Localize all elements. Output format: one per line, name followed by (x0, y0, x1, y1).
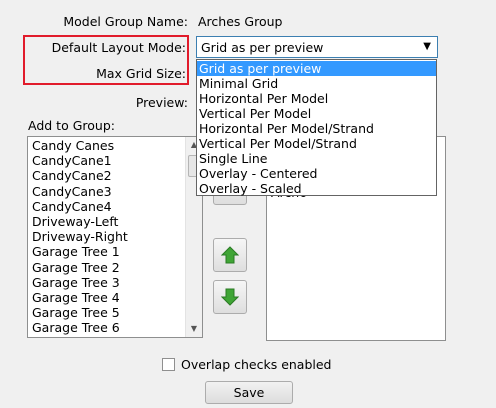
list-item[interactable]: Garage Tree 2 (28, 260, 202, 275)
model-group-name-label: Model Group Name: (63, 14, 188, 29)
list-item[interactable]: Garage Tree 3 (28, 275, 202, 290)
dropdown-option[interactable]: Overlay - Scaled (197, 181, 436, 196)
default-layout-mode-label: Default Layout Mode: (51, 40, 186, 55)
dropdown-option[interactable]: Single Line (197, 151, 436, 166)
chevron-down-icon[interactable]: ▼ (423, 41, 431, 52)
list-item[interactable]: CandyCane4 (28, 199, 202, 214)
preview-label: Preview: (135, 95, 188, 110)
save-button[interactable]: Save (205, 381, 293, 404)
add-to-group-label: Add to Group: (28, 118, 115, 133)
layout-mode-dropdown[interactable]: Grid as per preview Minimal Grid Horizonta… (196, 59, 437, 196)
list-item[interactable]: Garage Tree 6 (28, 320, 202, 335)
list-item[interactable]: Garage Tree 1 (28, 244, 202, 259)
dropdown-option[interactable]: Horizontal Per Model/Strand (197, 121, 436, 136)
available-models-list[interactable]: Candy Canes CandyCane1 CandyCane2 CandyCane… (27, 136, 203, 338)
list-item[interactable]: Garage Tree 4 (28, 290, 202, 305)
list-item[interactable]: CandyCane3 (28, 184, 202, 199)
move-up-button[interactable] (213, 238, 247, 272)
list-item[interactable]: Garage Tree 5 (28, 305, 202, 320)
model-group-name-value: Arches Group (198, 14, 283, 29)
overlap-checks-checkbox[interactable] (162, 358, 175, 371)
dropdown-option[interactable]: Vertical Per Model/Strand (197, 136, 436, 151)
down-arrow-icon (221, 288, 239, 306)
list-item[interactable]: CandyCane2 (28, 168, 202, 183)
layout-mode-select[interactable]: Grid as per preview ▼ (196, 36, 438, 58)
list-item[interactable]: Driveway-Left (28, 214, 202, 229)
overlap-checks-label: Overlap checks enabled (181, 357, 332, 372)
list-item[interactable]: Candy Canes (28, 138, 202, 153)
list-item[interactable]: Driveway-Right (28, 229, 202, 244)
layout-mode-selected-value: Grid as per preview (201, 40, 324, 55)
dropdown-option[interactable]: Horizontal Per Model (197, 91, 436, 106)
dropdown-option[interactable]: Overlay - Centered (197, 166, 436, 181)
dropdown-option[interactable]: Vertical Per Model (197, 106, 436, 121)
up-arrow-icon (221, 246, 239, 264)
dropdown-option[interactable]: Minimal Grid (197, 76, 436, 91)
list-item[interactable]: CandyCane1 (28, 153, 202, 168)
scroll-down-arrow-icon[interactable]: ▼ (186, 321, 202, 337)
max-grid-size-label: Max Grid Size: (96, 66, 186, 81)
move-down-button[interactable] (213, 280, 247, 314)
dropdown-option[interactable]: Grid as per preview (197, 61, 436, 76)
